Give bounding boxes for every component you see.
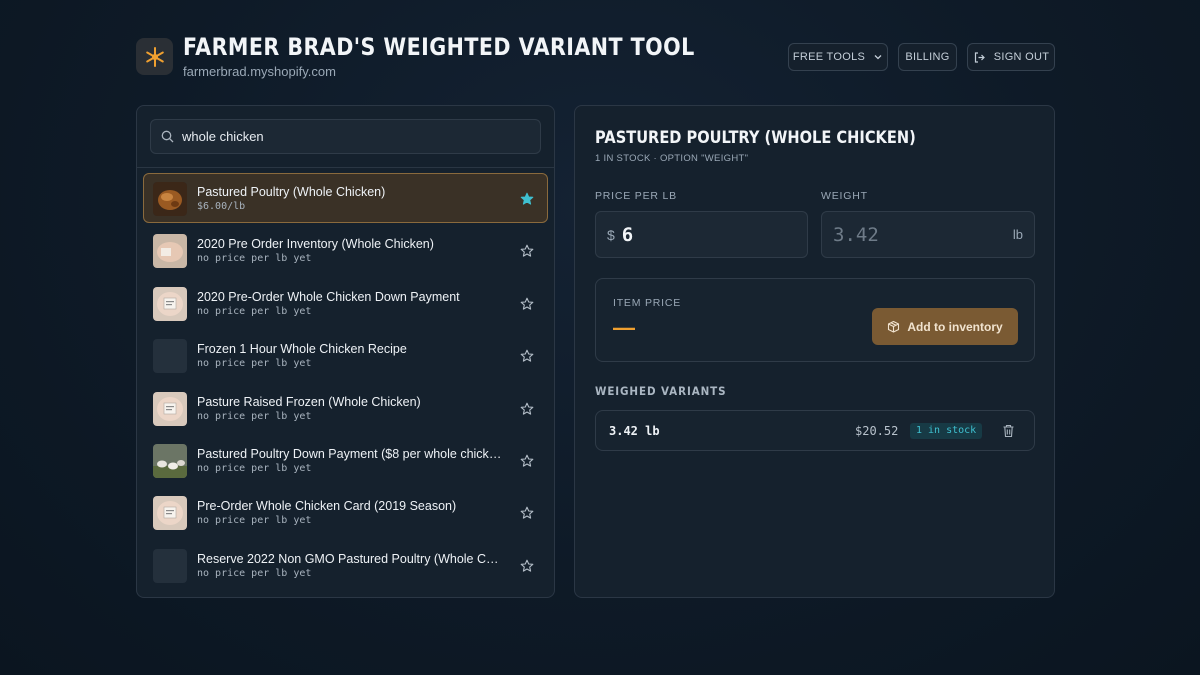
app-logo (136, 38, 173, 75)
search-bar[interactable]: whole chicken (150, 119, 541, 154)
weight-field[interactable]: 3.42 lb (821, 211, 1035, 258)
product-list-item[interactable]: Pasture Raised Frozen (Whole Chicken) no … (143, 383, 548, 433)
list-divider (137, 167, 554, 168)
price-per-lb-field[interactable]: $ 6 (595, 211, 808, 258)
product-detail-panel: PASTURED POULTRY (WHOLE CHICKEN) 1 IN ST… (574, 105, 1055, 598)
product-thumbnail (153, 548, 187, 583)
billing-button[interactable]: BILLING (898, 43, 957, 71)
sign-out-button[interactable]: SIGN OUT (967, 43, 1055, 71)
weighed-variants-heading: WEIGHED VARIANTS (595, 384, 727, 398)
app-title: FARMER BRAD'S WEIGHTED VARIANT TOOL (183, 33, 695, 61)
star-filled-icon[interactable] (520, 192, 534, 206)
item-price-value: — (613, 315, 635, 340)
variant-row: 3.42 lb $20.52 1 in stock (595, 410, 1035, 451)
variant-price: $20.52 (855, 424, 899, 438)
product-list-item[interactable]: Pastured Poultry Down Payment ($8 per wh… (143, 435, 548, 485)
sign-out-icon (974, 51, 985, 63)
box-icon (888, 320, 900, 333)
trash-icon[interactable] (1002, 424, 1015, 438)
shop-domain: farmerbrad.myshopify.com (183, 64, 336, 79)
product-price-per-lb: no price per lb yet (197, 410, 312, 422)
product-list-item[interactable]: 2020 Pre-Order Whole Chicken Down Paymen… (143, 278, 548, 328)
currency-symbol: $ (607, 226, 615, 243)
product-thumbnail (153, 182, 187, 216)
product-price-per-lb: no price per lb yet (197, 358, 312, 370)
variant-weight: 3.42 lb (609, 424, 660, 438)
product-list-item[interactable]: Frozen 1 Hour Whole Chicken Recipe no pri… (143, 330, 548, 380)
item-price-card: ITEM PRICE — Add to inventory (595, 278, 1035, 362)
free-tools-button[interactable]: FREE TOOLS (788, 43, 888, 71)
product-thumbnail (153, 391, 187, 426)
search-icon (161, 130, 174, 143)
star-outline-icon[interactable] (520, 244, 534, 258)
star-outline-icon[interactable] (520, 506, 534, 520)
item-price-label: ITEM PRICE (613, 297, 682, 309)
free-tools-label: FREE TOOLS (792, 51, 866, 63)
product-list-item[interactable]: 2020 Pre Order Inventory (Whole Chicken)… (143, 225, 548, 275)
product-thumbnail (153, 286, 187, 321)
product-price-per-lb: no price per lb yet (197, 305, 312, 317)
product-name: 2020 Pre-Order Whole Chicken Down Paymen… (197, 289, 460, 304)
product-thumbnail (153, 339, 187, 374)
star-outline-icon[interactable] (520, 454, 534, 468)
search-input[interactable]: whole chicken (182, 129, 264, 144)
product-price-per-lb: no price per lb yet (197, 567, 312, 579)
sign-out-label: SIGN OUT (993, 51, 1050, 63)
star-outline-icon[interactable] (520, 349, 534, 363)
product-name: Pastured Poultry (Whole Chicken) (197, 185, 386, 199)
stock-badge: 1 in stock (910, 423, 983, 439)
add-to-inventory-label: Add to inventory (907, 319, 1003, 334)
star-outline-icon[interactable] (520, 402, 534, 416)
product-list-panel: whole chicken Pastured Poultry (Whole Ch… (136, 105, 555, 598)
billing-label: BILLING (905, 51, 950, 63)
product-thumbnail (153, 234, 187, 269)
product-thumbnail (153, 496, 187, 531)
product-name: Pastured Poultry Down Payment ($8 per wh… (197, 447, 502, 461)
add-to-inventory-button[interactable]: Add to inventory (872, 308, 1018, 345)
product-title: PASTURED POULTRY (WHOLE CHICKEN) (595, 128, 916, 148)
weight-unit: lb (1012, 227, 1023, 242)
product-stock-info: 1 IN STOCK · OPTION "WEIGHT" (595, 153, 749, 164)
product-name: Pre-Order Whole Chicken Card (2019 Seaso… (197, 499, 457, 514)
product-list-item[interactable]: Pastured Poultry (Whole Chicken) $6.00/lb (143, 173, 548, 223)
product-list-item[interactable]: Pre-Order Whole Chicken Card (2019 Seaso… (143, 487, 548, 537)
product-price-per-lb: no price per lb yet (197, 463, 312, 474)
product-name: 2020 Pre Order Inventory (Whole Chicken) (197, 237, 434, 252)
product-price-per-lb: no price per lb yet (197, 253, 312, 265)
chevron-down-icon (874, 55, 882, 60)
weight-label: WEIGHT (821, 190, 868, 202)
product-price-per-lb: no price per lb yet (197, 515, 312, 527)
product-price-per-lb: $6.00/lb (197, 201, 246, 212)
product-name: Frozen 1 Hour Whole Chicken Recipe (197, 342, 407, 357)
star-outline-icon[interactable] (520, 559, 534, 573)
snowflake-icon (145, 46, 164, 67)
product-name: Reserve 2022 Non GMO Pastured Poultry (W… (197, 551, 502, 566)
price-per-lb-input[interactable]: 6 (622, 224, 633, 246)
weight-input[interactable]: 3.42 (833, 224, 879, 246)
product-thumbnail (153, 444, 187, 478)
product-list-item[interactable]: Reserve 2022 Non GMO Pastured Poultry (W… (143, 540, 548, 590)
star-outline-icon[interactable] (520, 297, 534, 311)
price-per-lb-label: PRICE PER LB (595, 190, 677, 202)
product-name: Pasture Raised Frozen (Whole Chicken) (197, 394, 421, 409)
